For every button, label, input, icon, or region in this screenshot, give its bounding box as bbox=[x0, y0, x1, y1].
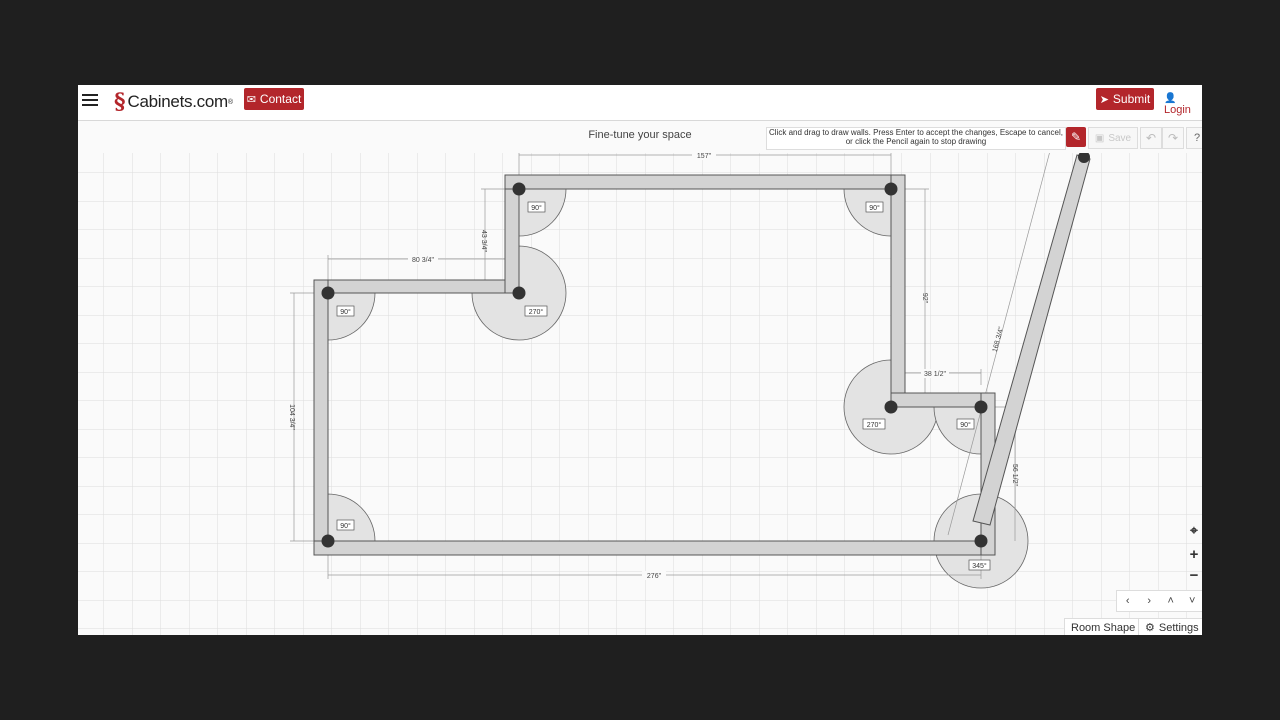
angle-label: 90° bbox=[960, 421, 971, 429]
page-title: Fine-tune your space bbox=[588, 129, 692, 141]
angle-label: 270° bbox=[867, 421, 882, 429]
dimension-label: 157" bbox=[697, 153, 712, 160]
angle-label: 90° bbox=[340, 522, 351, 530]
pan-controls: ‹ › ˄ ˅ bbox=[1116, 590, 1202, 612]
cabinets-logo[interactable]: § Cabinets.com ® bbox=[114, 89, 233, 115]
settings-label: Settings bbox=[1158, 621, 1199, 634]
pan-right-button[interactable]: › bbox=[1139, 591, 1161, 611]
top-bar: § Cabinets.com ® ✉ Contact ➤ Submit 👤Login bbox=[78, 85, 1202, 121]
dimension-label: 56 1/2" bbox=[1011, 464, 1018, 486]
pencil-button[interactable]: ✎ bbox=[1066, 127, 1086, 147]
zoom-in-button[interactable]: + bbox=[1184, 544, 1202, 564]
hamburger-icon[interactable] bbox=[82, 92, 98, 106]
floor-plan-canvas[interactable]: 157" 80 3/4" 43 3/4" 92" 38 1/2" 168 3/4… bbox=[78, 153, 1202, 635]
undo-button[interactable]: ↶ bbox=[1140, 127, 1162, 149]
zoom-out-button[interactable]: − bbox=[1184, 565, 1202, 585]
contact-button[interactable]: ✉ Contact bbox=[244, 88, 304, 110]
dimension-label: 92" bbox=[921, 293, 928, 304]
drawing-hint: Click and drag to draw walls. Press Ente… bbox=[766, 127, 1066, 150]
paper-plane-icon: ➤ bbox=[1099, 93, 1109, 106]
pan-down-button[interactable]: ˅ bbox=[1182, 591, 1203, 611]
grid-background bbox=[78, 153, 1202, 635]
help-button[interactable]: ? bbox=[1186, 127, 1202, 149]
login-label: Login bbox=[1164, 104, 1191, 116]
angle-label: 90° bbox=[531, 204, 542, 212]
vertex-handle[interactable] bbox=[512, 182, 526, 196]
redo-button[interactable]: ↷ bbox=[1162, 127, 1184, 149]
save-label: Save bbox=[1108, 132, 1132, 144]
logo-registered: ® bbox=[227, 98, 234, 106]
dimension-label: 80 3/4" bbox=[412, 257, 434, 264]
vertex-handle[interactable] bbox=[321, 534, 335, 548]
redo-icon: ↷ bbox=[1167, 131, 1179, 145]
dimension-label: 276" bbox=[647, 573, 662, 580]
pan-left-button[interactable]: ‹ bbox=[1117, 591, 1139, 611]
logo-mark-icon: § bbox=[114, 89, 126, 115]
wall-bottom bbox=[313, 540, 982, 556]
crosshair-icon: ⌖ bbox=[1190, 521, 1198, 538]
wall-left bbox=[313, 279, 329, 556]
vertex-handle[interactable] bbox=[884, 400, 898, 414]
help-label: ? bbox=[1193, 132, 1201, 144]
chevron-left-icon: ‹ bbox=[1125, 595, 1130, 607]
save-button[interactable]: ▣ Save bbox=[1088, 127, 1138, 149]
login-link[interactable]: 👤Login bbox=[1164, 92, 1202, 116]
envelope-icon: ✉ bbox=[246, 93, 256, 106]
room-shape-tab[interactable]: Room Shape bbox=[1064, 618, 1143, 635]
wall-right-upper bbox=[890, 174, 906, 408]
vertex-handle[interactable] bbox=[974, 400, 988, 414]
dimension-label: 104 3/4" bbox=[288, 404, 295, 430]
angle-label: 90° bbox=[869, 204, 880, 212]
undo-icon: ↶ bbox=[1145, 131, 1157, 145]
angle-label: 345° bbox=[972, 562, 987, 570]
chevron-up-icon: ˄ bbox=[1167, 595, 1174, 607]
vertex-handle[interactable] bbox=[974, 534, 988, 548]
vertex-handle[interactable] bbox=[512, 286, 526, 300]
submit-label: Submit bbox=[1112, 92, 1151, 106]
user-icon: 👤 bbox=[1164, 93, 1177, 104]
vertex-handle[interactable] bbox=[321, 286, 335, 300]
submit-button[interactable]: ➤ Submit bbox=[1096, 88, 1154, 110]
angle-label: 270° bbox=[529, 308, 544, 316]
pencil-icon: ✎ bbox=[1070, 130, 1082, 144]
logo-text: Cabinets.com bbox=[127, 92, 229, 111]
wall-top bbox=[504, 174, 906, 190]
chevron-right-icon: › bbox=[1147, 595, 1152, 607]
floppy-icon: ▣ bbox=[1094, 132, 1105, 144]
dimension-label: 43 3/4" bbox=[480, 230, 487, 252]
vertex-handle[interactable] bbox=[884, 182, 898, 196]
minus-icon: − bbox=[1189, 566, 1199, 584]
wall-upper-left bbox=[313, 279, 520, 294]
settings-tab[interactable]: ⚙ Settings bbox=[1138, 618, 1202, 635]
plus-icon: + bbox=[1189, 545, 1199, 563]
gear-icon: ⚙ bbox=[1145, 622, 1155, 634]
dimension-label: 38 1/2" bbox=[924, 371, 946, 378]
angle-label: 90° bbox=[340, 308, 351, 316]
contact-label: Contact bbox=[259, 92, 302, 106]
recenter-button[interactable]: ⌖ bbox=[1184, 520, 1202, 540]
chevron-down-icon: ˅ bbox=[1189, 595, 1196, 607]
room-shape-label: Room Shape bbox=[1071, 621, 1136, 634]
wall-step bbox=[504, 188, 520, 294]
app-window: § Cabinets.com ® ✉ Contact ➤ Submit 👤Login bbox=[78, 85, 1202, 635]
pan-up-button[interactable]: ˄ bbox=[1160, 591, 1182, 611]
